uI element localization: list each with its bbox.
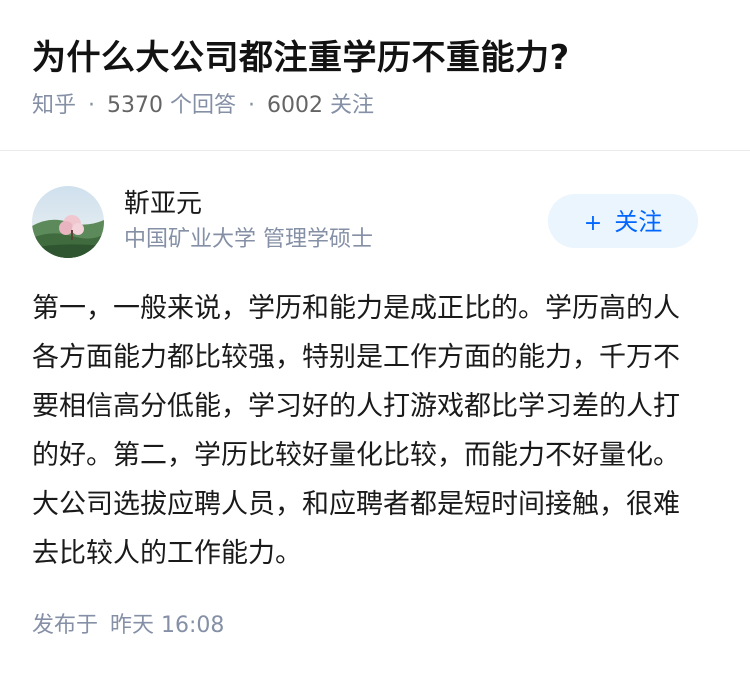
author-bio: 中国矿业大学 管理学硕士 — [124, 227, 373, 252]
meta-separator: · — [248, 93, 256, 118]
section-divider — [0, 150, 750, 151]
plus-icon: + — [583, 211, 603, 236]
answer-content: 第一，一般来说，学历和能力是成正比的。学历高的人各方面能力都比较强，特别是工作方… — [32, 293, 680, 569]
follow-button[interactable]: + 关注 — [548, 194, 698, 248]
follower-count-label: 关注 — [330, 93, 375, 118]
source-label[interactable]: 知乎 — [32, 93, 76, 118]
publish-info: 发布于 昨天 16:08 — [32, 610, 224, 642]
question-title[interactable]: 为什么大公司都注重学历不重能力? — [32, 36, 722, 80]
answer-count-label: 个回答 — [170, 93, 237, 118]
follow-button-label: 关注 — [614, 208, 663, 236]
question-header: 为什么大公司都注重学历不重能力? 知乎 · 5370 个回答 · 6002 关注 — [32, 36, 722, 122]
answer-count: 5370 — [107, 93, 164, 118]
published-time: 昨天 16:08 — [110, 613, 225, 638]
author-card: 靳亚元 中国矿业大学 管理学硕士 + 关注 — [32, 186, 698, 258]
avatar[interactable] — [32, 186, 104, 258]
author-name[interactable]: 靳亚元 — [124, 186, 202, 222]
question-meta: 知乎 · 5370 个回答 · 6002 关注 — [32, 90, 722, 122]
follower-count: 6002 — [267, 93, 324, 118]
published-label: 发布于 — [32, 613, 99, 638]
meta-separator: · — [88, 93, 96, 118]
